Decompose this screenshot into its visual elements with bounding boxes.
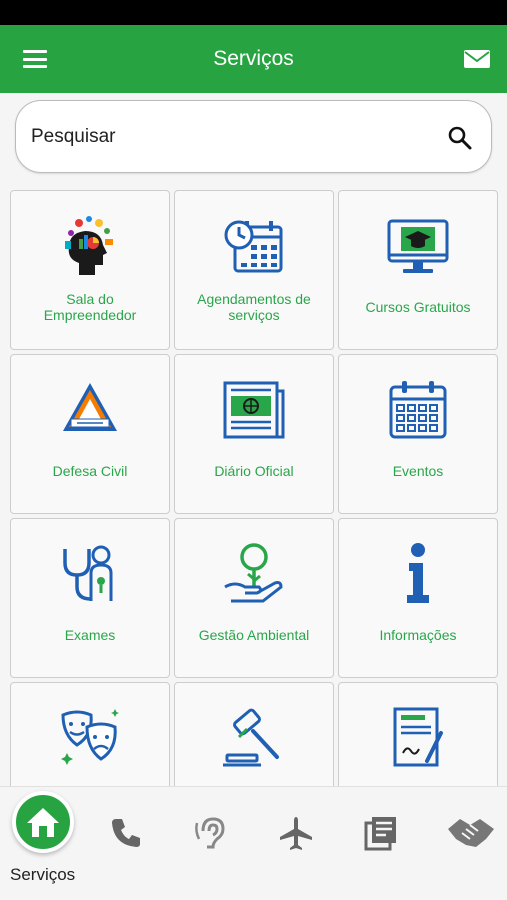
menu-icon-line [23, 57, 47, 61]
hearing-icon[interactable] [193, 815, 229, 851]
tile-label: Gestão Ambiental [198, 627, 310, 643]
tile-licitacoes[interactable] [338, 682, 498, 786]
airplane-icon[interactable] [278, 815, 314, 851]
tile-label: Eventos [392, 463, 444, 479]
tree-in-hand-icon [224, 543, 283, 603]
app-header: Serviços [0, 25, 507, 93]
entrepreneur-head-icon [65, 216, 113, 275]
news-icon[interactable] [362, 815, 398, 851]
tile-label: Informações [379, 627, 457, 643]
tile-label: Cursos Gratuitos [365, 299, 471, 315]
tile-label: Defesa Civil [52, 463, 128, 479]
menu-icon-line [23, 65, 47, 68]
menu-button[interactable] [18, 47, 52, 71]
info-icon [407, 543, 429, 603]
tile-gestao-ambiental[interactable]: Gestão Ambiental [174, 518, 334, 678]
calendar-clock-icon [224, 220, 283, 273]
status-bar [0, 0, 507, 25]
search-input[interactable]: Pesquisar [31, 126, 116, 148]
tile-diario-oficial[interactable]: Diário Oficial [174, 354, 334, 514]
home-button[interactable] [12, 791, 74, 853]
gavel-icon [223, 708, 279, 767]
tile-sala-empreendedor[interactable]: Sala do Empreendedor [10, 190, 170, 350]
contract-document-icon [393, 707, 443, 767]
mail-icon[interactable] [463, 47, 491, 71]
tile-label: Diário Oficial [214, 463, 294, 479]
services-grid: Sala do Empreendedor Agendamentos de serv… [10, 190, 498, 786]
newspaper-icon [223, 381, 285, 439]
tile-label: Exames [64, 627, 116, 643]
tile-informacoes[interactable]: Informações [338, 518, 498, 678]
stethoscope-icon [63, 545, 113, 601]
civil-defense-badge-icon [63, 383, 117, 431]
menu-icon-line [23, 50, 47, 53]
calendar-icon [389, 381, 447, 439]
tile-label: Agendamentos de serviços [197, 291, 311, 323]
home-icon [27, 808, 59, 837]
page-title: Serviços [213, 47, 294, 70]
bottom-navigation: Serviços [0, 786, 507, 900]
tile-eventos[interactable]: Eventos [338, 354, 498, 514]
tile-exames[interactable]: Exames [10, 518, 170, 678]
theater-masks-icon [61, 709, 119, 765]
tile-label: Sala do Empreendedor [43, 291, 137, 323]
search-bar[interactable]: Pesquisar [15, 100, 492, 173]
phone-icon[interactable] [108, 815, 144, 851]
tile-agendamentos[interactable]: Agendamentos de serviços [174, 190, 334, 350]
monitor-graduation-cap-icon [387, 219, 449, 273]
tile-defesa-civil[interactable]: Defesa Civil [10, 354, 170, 514]
home-label: Serviços [10, 865, 76, 884]
handshake-icon[interactable] [446, 815, 496, 851]
search-icon[interactable] [447, 125, 473, 151]
tile-cursos-gratuitos[interactable]: Cursos Gratuitos [338, 190, 498, 350]
tile-cultura[interactable] [10, 682, 170, 786]
tile-leiloes[interactable] [174, 682, 334, 786]
